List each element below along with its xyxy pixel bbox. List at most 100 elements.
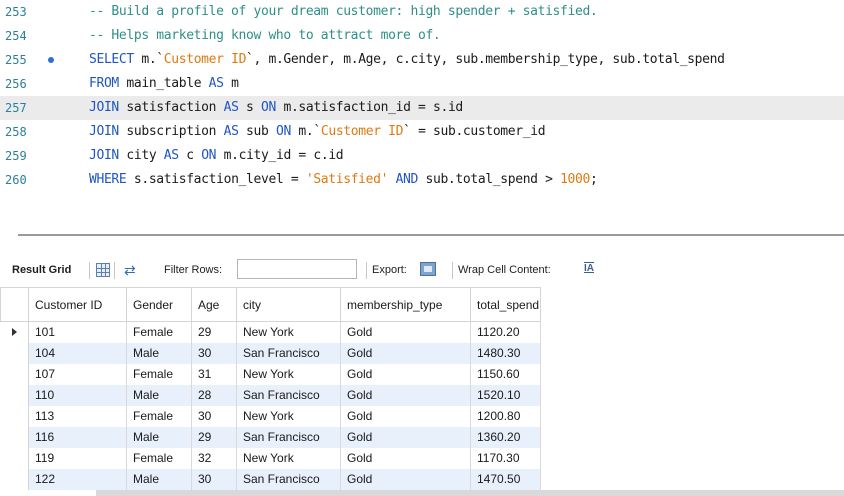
code-line[interactable]: 260 WHERE s.satisfaction_level = 'Satisfi… bbox=[0, 168, 844, 192]
wrap-cell-icon[interactable]: IA bbox=[584, 263, 594, 274]
refresh-filter-icon[interactable]: ⇄ bbox=[124, 258, 136, 282]
table-row[interactable]: 101 Female 29 New York Gold 1120.20 bbox=[0, 321, 541, 343]
table-cell[interactable]: 1470.50 bbox=[470, 468, 541, 490]
table-cell[interactable]: 110 bbox=[28, 384, 127, 406]
table-row[interactable]: 107 Female 31 New York Gold 1150.60 bbox=[0, 363, 541, 385]
row-pointer[interactable] bbox=[0, 321, 29, 343]
toolbar-separator bbox=[114, 262, 115, 279]
line-number: 255 bbox=[5, 53, 27, 67]
table-cell[interactable]: Male bbox=[126, 384, 192, 406]
code-line[interactable]: 259 JOIN city AS c ON m.city_id = c.id bbox=[0, 144, 844, 168]
code-line[interactable]: 254 -- Helps marketing know who to attrac… bbox=[0, 24, 844, 48]
column-header[interactable]: total_spend bbox=[470, 287, 541, 322]
code-line[interactable]: 257 JOIN satisfaction AS s ON m.satisfact… bbox=[0, 96, 844, 120]
table-cell[interactable]: San Francisco bbox=[236, 426, 341, 448]
filter-rows-label: Filter Rows: bbox=[164, 264, 223, 276]
row-pointer[interactable] bbox=[0, 447, 29, 469]
row-pointer[interactable] bbox=[0, 405, 29, 427]
row-pointer[interactable] bbox=[0, 384, 29, 406]
row-pointer[interactable] bbox=[0, 342, 29, 364]
table-cell[interactable]: Gold bbox=[340, 363, 471, 385]
export-icon[interactable] bbox=[420, 262, 436, 276]
table-cell[interactable]: Male bbox=[126, 426, 192, 448]
toolbar-separator bbox=[452, 262, 453, 279]
table-cell[interactable]: Female bbox=[126, 405, 192, 427]
table-cell[interactable]: Gold bbox=[340, 342, 471, 364]
toolbar-separator bbox=[89, 262, 90, 279]
table-cell[interactable]: New York bbox=[236, 363, 341, 385]
table-cell[interactable]: 30 bbox=[191, 342, 237, 364]
table-cell[interactable]: New York bbox=[236, 405, 341, 427]
row-pointer[interactable] bbox=[0, 426, 29, 448]
table-row[interactable]: 119 Female 32 New York Gold 1170.30 bbox=[0, 447, 541, 469]
table-cell[interactable]: 1120.20 bbox=[470, 321, 541, 343]
line-number: 254 bbox=[5, 29, 27, 43]
table-cell[interactable]: 1200.80 bbox=[470, 405, 541, 427]
row-pointer-header bbox=[0, 287, 29, 322]
table-cell[interactable]: 1480.30 bbox=[470, 342, 541, 364]
table-cell[interactable]: San Francisco bbox=[236, 384, 341, 406]
code-line[interactable]: 253 -- Build a profile of your dream cust… bbox=[0, 0, 844, 24]
table-cell[interactable]: San Francisco bbox=[236, 342, 341, 364]
table-cell[interactable]: 29 bbox=[191, 426, 237, 448]
column-header[interactable]: Age bbox=[191, 287, 237, 322]
column-header[interactable]: Customer ID bbox=[28, 287, 127, 322]
table-cell[interactable]: 104 bbox=[28, 342, 127, 364]
table-row[interactable]: 116 Male 29 San Francisco Gold 1360.20 bbox=[0, 426, 541, 448]
table-row[interactable]: 104 Male 30 San Francisco Gold 1480.30 bbox=[0, 342, 541, 364]
table-cell[interactable]: 1520.10 bbox=[470, 384, 541, 406]
table-cell[interactable]: 116 bbox=[28, 426, 127, 448]
table-row[interactable]: 110 Male 28 San Francisco Gold 1520.10 bbox=[0, 384, 541, 406]
table-cell[interactable]: 119 bbox=[28, 447, 127, 469]
table-cell[interactable]: 30 bbox=[191, 405, 237, 427]
table-cell[interactable]: 1170.30 bbox=[470, 447, 541, 469]
table-cell[interactable]: 1360.20 bbox=[470, 426, 541, 448]
row-pointer[interactable] bbox=[0, 468, 29, 490]
code-line[interactable]: 256 FROM main_table AS m bbox=[0, 72, 844, 96]
row-pointer[interactable] bbox=[0, 363, 29, 385]
filter-rows-input[interactable] bbox=[237, 259, 357, 279]
horizontal-scrollbar[interactable] bbox=[96, 490, 844, 496]
line-number: 253 bbox=[5, 5, 27, 19]
table-cell[interactable]: Female bbox=[126, 321, 192, 343]
code-text: -- Build a profile of your dream custome… bbox=[89, 4, 598, 19]
table-cell[interactable]: Male bbox=[126, 468, 192, 490]
sql-editor[interactable]: 253 -- Build a profile of your dream cust… bbox=[0, 0, 844, 212]
table-cell[interactable]: Gold bbox=[340, 321, 471, 343]
table-cell[interactable]: San Francisco bbox=[236, 468, 341, 490]
code-line[interactable]: 258 JOIN subscription AS sub ON m.`Custom… bbox=[0, 120, 844, 144]
column-header[interactable]: city bbox=[236, 287, 341, 322]
table-row[interactable]: 122 Male 30 San Francisco Gold 1470.50 bbox=[0, 468, 541, 490]
table-cell[interactable]: Female bbox=[126, 447, 192, 469]
table-cell[interactable]: Gold bbox=[340, 468, 471, 490]
table-cell[interactable]: 122 bbox=[28, 468, 127, 490]
grid-layout-icon[interactable] bbox=[96, 263, 110, 277]
table-cell[interactable]: 30 bbox=[191, 468, 237, 490]
wrap-cell-content-label: Wrap Cell Content: bbox=[458, 264, 551, 276]
table-cell[interactable]: 29 bbox=[191, 321, 237, 343]
table-cell[interactable]: 31 bbox=[191, 363, 237, 385]
table-cell[interactable]: 101 bbox=[28, 321, 127, 343]
table-cell[interactable]: 107 bbox=[28, 363, 127, 385]
table-cell[interactable]: New York bbox=[236, 447, 341, 469]
table-row[interactable]: 113 Female 30 New York Gold 1200.80 bbox=[0, 405, 541, 427]
table-cell[interactable]: New York bbox=[236, 321, 341, 343]
result-grid[interactable]: Customer ID Gender Age city membership_type t… bbox=[0, 287, 541, 490]
column-header[interactable]: Gender bbox=[126, 287, 192, 322]
pane-splitter[interactable] bbox=[18, 234, 844, 236]
column-header[interactable]: membership_type bbox=[340, 287, 471, 322]
table-cell[interactable]: Gold bbox=[340, 447, 471, 469]
table-cell[interactable]: Gold bbox=[340, 426, 471, 448]
table-cell[interactable]: Gold bbox=[340, 405, 471, 427]
code-line[interactable]: 255 SELECT m.`Customer ID`, m.Gender, m.A… bbox=[0, 48, 844, 72]
table-cell[interactable]: Male bbox=[126, 342, 192, 364]
table-cell[interactable]: 1150.60 bbox=[470, 363, 541, 385]
table-cell[interactable]: 28 bbox=[191, 384, 237, 406]
result-grid-tab[interactable]: Result Grid bbox=[12, 258, 71, 282]
line-number: 260 bbox=[5, 173, 27, 187]
current-statement-marker-icon bbox=[48, 57, 54, 63]
table-cell[interactable]: Female bbox=[126, 363, 192, 385]
table-cell[interactable]: Gold bbox=[340, 384, 471, 406]
table-cell[interactable]: 113 bbox=[28, 405, 127, 427]
table-cell[interactable]: 32 bbox=[191, 447, 237, 469]
